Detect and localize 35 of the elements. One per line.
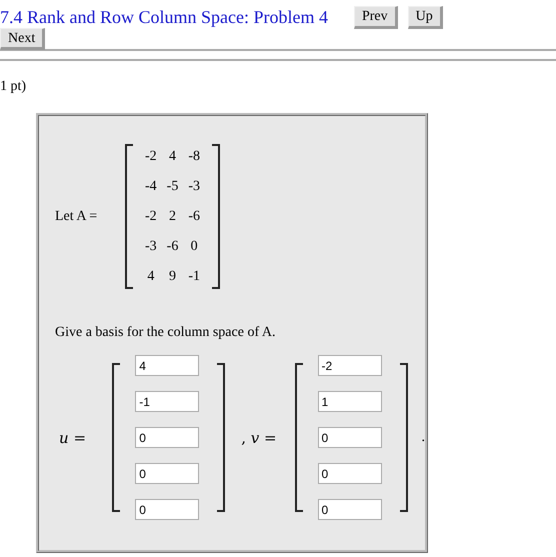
points-label: 1 pt) — [0, 79, 28, 95]
answer-field[interactable]: 0 — [135, 427, 200, 448]
answer-field[interactable]: 0 — [135, 463, 200, 484]
next-button[interactable]: Next — [0, 28, 46, 50]
matrix-entry: -6 — [188, 208, 200, 225]
matrix-entry: -1 — [188, 268, 200, 285]
answer-field[interactable]: -1 — [135, 391, 200, 412]
nav-button[interactable]: Up — [408, 6, 443, 29]
matrix-entry: -8 — [188, 148, 200, 165]
matrix-entry: -2 — [145, 208, 157, 225]
answer-field[interactable]: 0 — [318, 463, 382, 484]
matrix-entry: 0 — [190, 238, 199, 255]
matrix-entry: 4 — [168, 148, 177, 165]
matrix-entry: 2 — [168, 208, 177, 225]
question-text: Give a basis for the column space of A. — [55, 325, 276, 341]
answer-field[interactable]: 1 — [318, 391, 382, 412]
answer-field[interactable]: -2 — [318, 355, 382, 376]
answer-field[interactable]: 0 — [318, 427, 382, 448]
matrix-entry: -6 — [166, 238, 178, 255]
matrix-entry: -2 — [145, 148, 157, 165]
matrix-entry: -3 — [188, 178, 200, 195]
matrix-label: Let A = — [55, 208, 98, 224]
matrix-entry: 9 — [168, 268, 177, 285]
vector-label: u = — [58, 428, 88, 446]
period-mark: . — [422, 430, 425, 446]
answer-field[interactable]: 0 — [318, 499, 382, 520]
problem-title: 7.4 Rank and Row Column Space: Problem 4 — [0, 6, 328, 28]
nav-button[interactable]: Prev — [354, 6, 398, 29]
matrix-entry: -4 — [145, 178, 157, 195]
matrix-entry: -3 — [145, 238, 157, 255]
vector-label: , v = — [240, 428, 278, 446]
answer-field[interactable]: 0 — [135, 499, 200, 520]
matrix-entry: -5 — [166, 178, 178, 195]
matrix-entry: 4 — [146, 268, 156, 285]
answer-field[interactable]: 4 — [135, 355, 200, 376]
